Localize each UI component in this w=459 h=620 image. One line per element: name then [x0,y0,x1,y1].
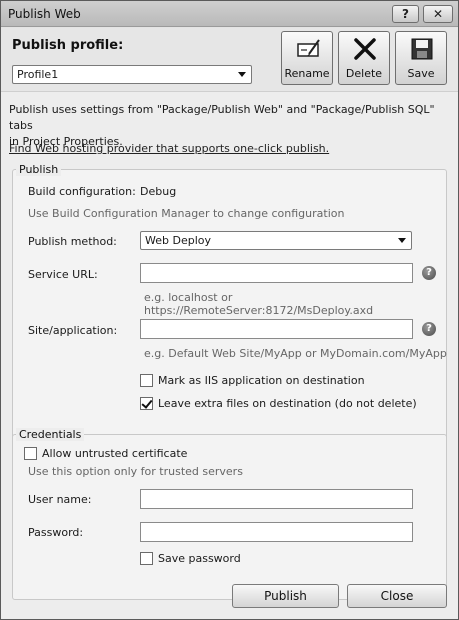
rename-button[interactable]: Rename [281,31,333,85]
help-icon[interactable]: ? [422,266,436,280]
password-input[interactable] [140,522,413,542]
site-application-hint: e.g. Default Web Site/MyApp or MyDomain.… [144,347,447,360]
publish-method-label: Publish method: [28,235,117,248]
allow-untrusted-checkbox[interactable] [24,447,37,460]
credentials-group-title: Credentials [16,428,85,441]
leave-extra-files-label[interactable]: Leave extra files on destination (do not… [158,397,417,410]
chevron-down-icon [238,72,246,77]
window-title: Publish Web [8,7,81,21]
service-url-label: Service URL: [28,268,98,281]
mark-iis-checkbox[interactable] [140,374,153,387]
save-password-checkbox[interactable] [140,552,153,565]
allow-untrusted-hint: Use this option only for trusted servers [28,465,243,478]
title-bar[interactable]: Publish Web ? ✕ [1,1,458,27]
build-config-hint: Use Build Configuration Manager to chang… [28,207,345,220]
username-input[interactable] [140,489,413,509]
save-button[interactable]: Save [395,31,447,85]
rename-label: Rename [284,67,330,80]
service-url-input[interactable] [140,263,413,283]
publish-group-title: Publish [16,163,62,176]
help-icon[interactable]: ? [422,322,436,336]
publish-button[interactable]: Publish [232,584,339,608]
save-password-label[interactable]: Save password [158,552,241,565]
close-button[interactable]: Close [347,584,447,608]
floppy-disk-icon [411,38,433,60]
delete-label: Delete [345,67,383,80]
publish-web-dialog: Publish Web ? ✕ Publish profile: Profile… [0,0,459,620]
profile-dropdown[interactable]: Profile1 [12,65,252,84]
allow-untrusted-label[interactable]: Allow untrusted certificate [42,447,187,460]
profile-label: Publish profile: [12,38,124,53]
mark-iis-label[interactable]: Mark as IIS application on destination [158,374,365,387]
service-url-hint: e.g. localhost or https://RemoteServer:8… [144,291,374,317]
delete-button[interactable]: Delete [338,31,390,85]
profile-header: Publish profile: Profile1 Rename Delete … [1,28,458,92]
site-application-input[interactable] [140,319,413,339]
help-button[interactable]: ? [392,5,419,23]
save-label: Save [407,67,435,80]
publish-method-dropdown[interactable]: Web Deploy [140,231,412,250]
hosting-provider-link[interactable]: Find Web hosting provider that supports … [9,142,329,155]
delete-x-icon [354,38,376,60]
chevron-down-icon [398,238,406,243]
build-config-label: Build configuration: [28,185,136,198]
window-close-button[interactable]: ✕ [423,5,453,23]
leave-extra-files-checkbox[interactable] [140,397,153,410]
profile-selected: Profile1 [17,68,59,81]
build-config-value: Debug [140,185,177,198]
site-application-label: Site/application: [28,324,118,337]
rename-icon [297,39,320,57]
description-line-1: Publish uses settings from "Package/Publ… [9,103,435,132]
publish-method-selected: Web Deploy [145,234,211,247]
dialog-content: Publish profile: Profile1 Rename Delete … [1,28,458,619]
password-label: Password: [28,526,84,539]
username-label: User name: [28,493,92,506]
